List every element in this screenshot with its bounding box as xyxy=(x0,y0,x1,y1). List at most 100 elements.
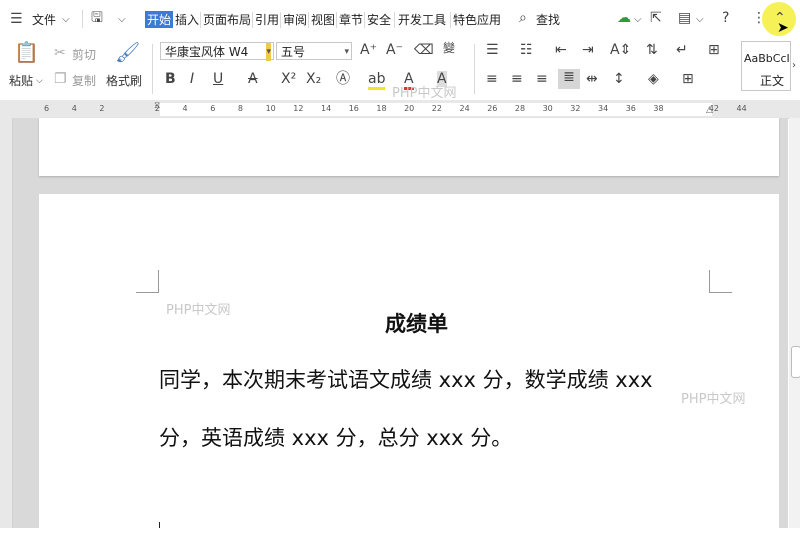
quick-access-dropdown-icon[interactable]: ⌵ xyxy=(118,12,126,28)
vertical-ruler[interactable] xyxy=(0,118,13,528)
align-center-icon[interactable]: ≡ xyxy=(511,71,523,87)
tab-developer[interactable]: 开发工具 xyxy=(398,11,446,28)
tab-security[interactable]: 安全 xyxy=(367,11,391,28)
border-icon[interactable]: ⊞ xyxy=(682,71,694,87)
document-paragraph-line[interactable]: 分，英语成绩 xxx 分，总分 xxx 分。 xyxy=(159,422,512,452)
justify-icon[interactable]: ≣ xyxy=(558,69,580,89)
text-effect-icon[interactable]: Ⓐ xyxy=(336,71,350,87)
help-icon[interactable]: ? xyxy=(722,10,729,26)
increase-indent-icon[interactable]: ⇥ xyxy=(582,42,594,58)
cut-button[interactable]: 剪切 xyxy=(72,46,96,63)
tab-view[interactable]: 视图 xyxy=(311,11,335,28)
copy-icon[interactable]: ❐ xyxy=(54,71,67,87)
horizontal-ruler[interactable]: 6 4 2 2 4 6 8 10 12 14 16 18 20 22 24 26 28 30 32 34 36 38 42 4… xyxy=(0,100,800,119)
scroll-right-icon[interactable]: › xyxy=(792,58,796,74)
grow-font-icon[interactable]: A⁺ xyxy=(360,42,377,58)
line-spacing-icon[interactable]: ↕ xyxy=(613,71,625,87)
divider xyxy=(450,12,451,28)
copy-button[interactable]: 复制 xyxy=(72,72,96,89)
ruler-tick-label: 10 xyxy=(265,104,276,113)
clear-format-icon[interactable]: ⌫ xyxy=(414,42,434,58)
underline-icon[interactable]: U xyxy=(213,71,223,87)
align-right-icon[interactable]: ≡ xyxy=(536,71,548,87)
subscript-icon[interactable]: X₂ xyxy=(306,71,321,87)
document-paragraph-line[interactable]: 同学，本次期末考试语文成绩 xxx 分，数学成绩 xxx xyxy=(159,364,653,394)
tab-insert[interactable]: 插入 xyxy=(175,11,199,28)
ruler-tick-label: 18 xyxy=(376,104,387,113)
distribute-icon[interactable]: ⇹ xyxy=(586,71,598,87)
ruler-tick-label: 6 xyxy=(44,104,50,113)
search-icon[interactable]: ⌕ xyxy=(519,10,527,26)
strikethrough-icon[interactable]: A xyxy=(248,71,258,87)
ruler-tick-label: 44 xyxy=(736,104,747,113)
ruler-tick-label: 4 xyxy=(182,104,188,113)
search-label[interactable]: 查找 xyxy=(536,11,560,28)
bullet-list-icon[interactable]: ☰ xyxy=(486,42,499,58)
font-name-select[interactable]: 华康宝风体 W4 ▾ xyxy=(160,42,274,61)
table-icon[interactable]: ⊞ xyxy=(708,42,720,58)
shading-icon[interactable]: ◈ xyxy=(648,71,659,87)
chevron-down-icon: ▾ xyxy=(344,47,349,57)
ruler-tick-label: 8 xyxy=(237,104,243,113)
ruler-tick-label: 16 xyxy=(348,104,359,113)
shrink-font-icon[interactable]: A⁻ xyxy=(386,42,403,58)
chinese-layout-icon[interactable]: A⇕ xyxy=(610,42,631,58)
chevron-down-icon[interactable]: ⌵ xyxy=(634,12,642,28)
font-size-select[interactable]: 五号 ▾ xyxy=(276,42,352,60)
divider xyxy=(152,44,153,94)
font-size-value: 五号 xyxy=(281,45,306,59)
document-title[interactable]: 成绩单 xyxy=(385,308,448,338)
indent-marker-icon[interactable]: ⧖ xyxy=(154,101,160,111)
ruler-tick-label: 38 xyxy=(653,104,664,113)
scissors-icon[interactable]: ✂ xyxy=(54,45,66,61)
watermark: PHP中文网 xyxy=(681,392,746,407)
tab-page-layout[interactable]: 页面布局 xyxy=(203,11,251,28)
file-menu[interactable]: 文件 xyxy=(32,11,56,28)
divider xyxy=(200,12,201,28)
tab-references[interactable]: 引用 xyxy=(255,11,279,28)
divider xyxy=(474,44,475,94)
vertical-scrollbar[interactable] xyxy=(789,118,800,528)
show-marks-icon[interactable]: ↵ xyxy=(676,42,688,58)
ruler-tick-label: 4 xyxy=(71,104,77,113)
paste-button[interactable]: 粘贴 xyxy=(9,72,33,89)
decrease-indent-icon[interactable]: ⇤ xyxy=(555,42,567,58)
previous-page xyxy=(39,118,779,176)
cloud-sync-icon[interactable]: ☁ xyxy=(617,10,631,26)
sort-icon[interactable]: ⇅ xyxy=(646,42,658,58)
tab-special-apps[interactable]: 特色应用 xyxy=(453,11,501,28)
highlight-icon[interactable]: ab xyxy=(368,71,386,90)
save-icon[interactable]: 🖫 xyxy=(91,10,103,26)
ruler-tick-label: 24 xyxy=(459,104,470,113)
ruler-tick-label: 22 xyxy=(431,104,442,113)
numbered-list-icon[interactable]: ☷ xyxy=(520,42,533,58)
phonetic-guide-icon[interactable]: 變 xyxy=(443,40,455,56)
italic-icon[interactable]: I xyxy=(190,71,194,87)
chevron-down-icon[interactable]: ⌵ xyxy=(62,12,70,28)
scrollbar-thumb[interactable] xyxy=(791,346,800,378)
divider xyxy=(394,12,395,28)
watermark: PHP中文网 xyxy=(392,86,457,101)
chevron-down-icon[interactable]: ⌵ xyxy=(696,12,704,28)
tab-chapter[interactable]: 章节 xyxy=(339,11,363,28)
toolbox-icon[interactable]: ▤ xyxy=(678,10,691,26)
style-normal[interactable]: AaBbCcI 正文 xyxy=(741,41,791,91)
align-left-icon[interactable]: ≡ xyxy=(486,71,498,87)
bold-icon[interactable]: B xyxy=(165,71,176,87)
tab-review[interactable]: 审阅 xyxy=(283,11,307,28)
superscript-icon[interactable]: X² xyxy=(281,71,296,87)
format-painter-button[interactable]: 格式刷 xyxy=(106,72,142,89)
ruler-tick-label: 20 xyxy=(404,104,415,113)
ruler-tick-label: 36 xyxy=(625,104,636,113)
ruler-tick-label: 26 xyxy=(487,104,498,113)
share-icon[interactable]: ⇱ xyxy=(650,10,662,26)
margin-corner-mark xyxy=(136,270,159,293)
tab-home[interactable]: 开始 xyxy=(145,11,174,28)
format-painter-icon[interactable]: 🖌 xyxy=(115,42,140,62)
chevron-down-icon[interactable]: ⌵ xyxy=(36,73,43,89)
right-indent-marker-icon[interactable]: △ xyxy=(706,105,713,115)
hamburger-icon[interactable]: ☰ xyxy=(10,11,23,27)
paste-icon[interactable]: 📋 xyxy=(14,42,39,62)
margin-corner-mark xyxy=(709,270,732,293)
divider xyxy=(252,12,253,28)
